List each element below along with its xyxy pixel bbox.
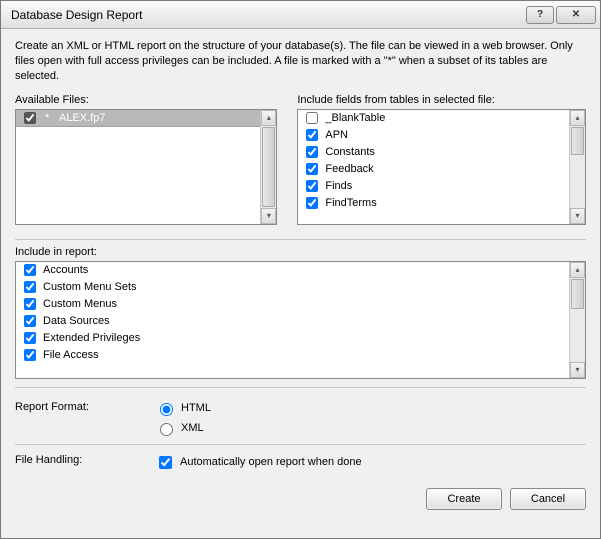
create-button[interactable]: Create <box>426 488 502 510</box>
available-files-pane: Available Files: * ALEX.fp7 ▴ ▾ <box>15 94 277 225</box>
file-row[interactable]: * ALEX.fp7 <box>16 110 260 127</box>
report-row[interactable]: Accounts <box>16 262 569 279</box>
file-handling-label: File Handling: <box>15 453 155 466</box>
include-in-report-label: Include in report: <box>15 246 586 258</box>
table-checkbox[interactable] <box>306 180 318 192</box>
dialog-content: Create an XML or HTML report on the stru… <box>1 29 600 538</box>
report-checkbox[interactable] <box>24 281 36 293</box>
include-fields-label: Include fields from tables in selected f… <box>297 94 586 106</box>
table-row[interactable]: Constants <box>298 144 569 161</box>
radio-html-label: HTML <box>181 402 211 414</box>
auto-open-check[interactable]: Automatically open report when done <box>155 453 362 472</box>
table-row[interactable]: FindTerms <box>298 195 569 212</box>
table-checkbox[interactable] <box>306 197 318 209</box>
table-checkbox[interactable] <box>306 146 318 158</box>
available-files-inner: * ALEX.fp7 <box>16 110 260 224</box>
intro-text: Create an XML or HTML report on the stru… <box>15 39 586 84</box>
report-checkbox[interactable] <box>24 264 36 276</box>
report-row[interactable]: File Access <box>16 347 569 364</box>
file-asterisk: * <box>45 112 53 124</box>
table-checkbox[interactable] <box>306 129 318 141</box>
tables-listbox[interactable]: _BlankTable APN Constants Feedback <box>297 109 586 225</box>
table-name: _BlankTable <box>325 112 385 124</box>
report-item-name: File Access <box>43 349 99 361</box>
file-handling-row: File Handling: Automatically open report… <box>15 447 586 478</box>
scroll-thumb[interactable] <box>262 127 275 207</box>
report-row[interactable]: Custom Menu Sets <box>16 279 569 296</box>
report-inner: Accounts Custom Menu Sets Custom Menus D… <box>16 262 569 378</box>
table-row[interactable]: Finds <box>298 178 569 195</box>
include-fields-pane: Include fields from tables in selected f… <box>297 94 586 225</box>
table-name: FindTerms <box>325 197 376 209</box>
table-name: Feedback <box>325 163 373 175</box>
files-scrollbar[interactable]: ▴ ▾ <box>260 110 276 224</box>
report-item-name: Data Sources <box>43 315 110 327</box>
report-checkbox[interactable] <box>24 315 36 327</box>
report-row[interactable]: Custom Menus <box>16 296 569 313</box>
scroll-down-icon[interactable]: ▾ <box>570 362 585 378</box>
report-checkbox[interactable] <box>24 332 36 344</box>
dialog-buttons: Create Cancel <box>15 478 586 510</box>
top-panes: Available Files: * ALEX.fp7 ▴ ▾ <box>15 94 586 225</box>
report-checkbox[interactable] <box>24 349 36 361</box>
table-name: APN <box>325 129 348 141</box>
dialog-database-design-report: Database Design Report ? ✕ Create an XML… <box>0 0 601 539</box>
titlebar: Database Design Report ? ✕ <box>1 1 600 29</box>
file-checkbox[interactable] <box>24 112 36 124</box>
dialog-title: Database Design Report <box>11 8 526 22</box>
table-row[interactable]: APN <box>298 127 569 144</box>
table-name: Finds <box>325 180 352 192</box>
separator <box>15 239 586 240</box>
report-format-group: HTML XML <box>155 400 211 436</box>
scroll-down-icon[interactable]: ▾ <box>261 208 276 224</box>
scroll-thumb[interactable] <box>571 279 584 309</box>
table-checkbox[interactable] <box>306 112 318 124</box>
scroll-up-icon[interactable]: ▴ <box>261 110 276 126</box>
report-scrollbar[interactable]: ▴ ▾ <box>569 262 585 378</box>
table-row[interactable]: _BlankTable <box>298 110 569 127</box>
titlebar-buttons: ? ✕ <box>526 6 596 24</box>
include-in-report-listbox[interactable]: Accounts Custom Menu Sets Custom Menus D… <box>15 261 586 379</box>
radio-html-input[interactable] <box>160 403 173 416</box>
table-name: Constants <box>325 146 375 158</box>
report-format-row: Report Format: HTML XML <box>15 394 586 442</box>
scroll-thumb[interactable] <box>571 127 584 155</box>
report-item-name: Custom Menu Sets <box>43 281 137 293</box>
radio-xml-label: XML <box>181 422 204 434</box>
report-checkbox[interactable] <box>24 298 36 310</box>
separator <box>15 387 586 388</box>
report-item-name: Custom Menus <box>43 298 117 310</box>
create-button-label: Create <box>447 493 480 505</box>
scroll-down-icon[interactable]: ▾ <box>570 208 585 224</box>
file-name: ALEX.fp7 <box>59 112 105 124</box>
available-files-listbox[interactable]: * ALEX.fp7 ▴ ▾ <box>15 109 277 225</box>
scroll-up-icon[interactable]: ▴ <box>570 262 585 278</box>
report-format-label: Report Format: <box>15 400 155 413</box>
table-checkbox[interactable] <box>306 163 318 175</box>
radio-html[interactable]: HTML <box>155 400 211 416</box>
help-icon: ? <box>537 9 543 20</box>
available-files-label: Available Files: <box>15 94 277 106</box>
cancel-button[interactable]: Cancel <box>510 488 586 510</box>
auto-open-label: Automatically open report when done <box>180 456 362 468</box>
close-button[interactable]: ✕ <box>556 6 596 24</box>
report-row[interactable]: Extended Privileges <box>16 330 569 347</box>
scroll-up-icon[interactable]: ▴ <box>570 110 585 126</box>
report-item-name: Accounts <box>43 264 88 276</box>
radio-xml[interactable]: XML <box>155 420 211 436</box>
auto-open-checkbox[interactable] <box>159 456 172 469</box>
radio-xml-input[interactable] <box>160 423 173 436</box>
separator <box>15 444 586 445</box>
close-icon: ✕ <box>572 9 580 20</box>
table-row[interactable]: Feedback <box>298 161 569 178</box>
report-row[interactable]: Data Sources <box>16 313 569 330</box>
tables-scrollbar[interactable]: ▴ ▾ <box>569 110 585 224</box>
cancel-button-label: Cancel <box>531 493 565 505</box>
report-item-name: Extended Privileges <box>43 332 140 344</box>
help-button[interactable]: ? <box>526 6 554 24</box>
tables-inner: _BlankTable APN Constants Feedback <box>298 110 569 224</box>
